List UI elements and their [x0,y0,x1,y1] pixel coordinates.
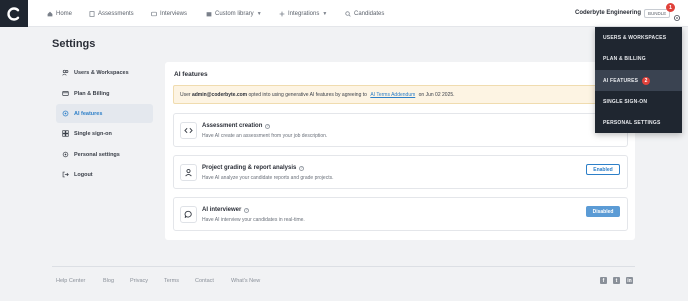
interviews-icon [151,11,157,16]
notice-middle: opted into using generative AI features … [247,91,369,98]
menu-item-personal-settings[interactable]: PERSONAL SETTINGS [595,112,682,133]
sidebar-item-single-sign-on[interactable]: Single sign-on [56,124,153,143]
gear-icon [673,14,681,22]
feature-description: Have AI create an assessment from your j… [202,133,328,139]
facebook-icon[interactable]: f [600,277,607,284]
search-icon [345,10,351,17]
org-name[interactable]: Coderbyte Engineering [575,10,641,16]
menu-item-single-sign-on[interactable]: SINGLE SIGN-ON [595,91,682,112]
feature-name: AI interviewer ? [202,207,250,213]
settings-icon [62,151,69,158]
nav-assessments[interactable]: Assessments [89,8,134,19]
sidebar-item-label: Personal settings [74,151,120,158]
chevron-down-icon: ▼ [256,10,262,17]
feature-name: Project grading & report analysis ? [202,165,305,171]
menu-item-label: PERSONAL SETTINGS [603,119,661,126]
sidebar-item-label: Plan & Billing [74,90,110,97]
notice-prefix: User [180,91,192,98]
notice-email: admin@coderbyte.com [191,91,248,98]
sidebar-item-ai-features[interactable]: AI features [56,104,153,123]
footer-link-terms[interactable]: Terms [164,278,179,284]
footer-link-help-center[interactable]: Help Center [56,278,85,284]
project-grading-status-button[interactable]: Enabled [586,164,620,175]
nav-custom-library[interactable]: Custom library ▼ [206,8,262,19]
sidebar-item-label: Users & Workspaces [74,69,129,76]
nav-integrations[interactable]: Integrations ▼ [279,8,327,19]
nav-assessments-label: Assessments [98,10,134,17]
settings-dropdown-menu: USERS & WORKSPACES PLAN & BILLING AI FEA… [595,27,682,133]
linkedin-icon[interactable]: in [626,277,633,284]
nav-candidates[interactable]: Candidates [345,8,384,19]
feature-description: Have AI interview your candidates in rea… [202,217,305,223]
coderbyte-logo[interactable] [0,0,28,27]
top-nav: Home Assessments Interviews Custom libra… [0,0,688,27]
menu-item-label: SINGLE SIGN-ON [603,98,648,105]
feature-title: AI interviewer [202,207,242,213]
feature-description: Have AI analyze your candidate reports a… [202,175,334,181]
feature-name: Assessment creation ? [202,123,271,129]
nav-candidates-label: Candidates [354,10,385,17]
logo-icon [7,6,20,21]
chat-icon [180,206,197,223]
logout-icon [62,171,69,178]
feature-card-project-grading: Project grading & report analysis ? Have… [173,155,628,189]
menu-item-users-workspaces[interactable]: USERS & WORKSPACES [595,27,682,48]
sidebar-item-logout[interactable]: Logout [56,165,153,184]
nav-integrations-label: Integrations [288,10,320,17]
person-icon [180,164,197,181]
info-icon[interactable]: ? [299,165,305,171]
assessments-icon [89,10,95,17]
library-icon [206,11,212,16]
billing-icon [62,91,69,96]
nav-home[interactable]: Home [47,8,72,19]
sidebar-item-label: Single sign-on [74,130,112,137]
menu-item-label: USERS & WORKSPACES [603,34,667,41]
notification-badge: 1 [666,3,675,12]
chevron-down-icon: ▼ [322,10,328,17]
users-icon [62,69,69,76]
twitter-icon[interactable]: t [613,277,620,284]
sidebar-item-label: AI features [74,110,103,117]
ai-features-panel: AI features User admin@coderbyte.com opt… [165,62,635,240]
page-title: Settings [52,38,96,50]
menu-item-label: AI FEATURES [603,77,639,84]
ai-icon [62,110,69,117]
info-icon[interactable]: ? [244,207,250,213]
footer-link-blog[interactable]: Blog [103,278,114,284]
nav-home-label: Home [56,10,73,17]
settings-button[interactable] [673,9,681,27]
ai-interviewer-status-button[interactable]: Disabled [586,206,620,217]
sidebar-item-label: Logout [74,171,93,178]
menu-item-label: PLAN & BILLING [603,55,646,62]
menu-item-ai-features[interactable]: AI FEATURES 2 [595,70,682,91]
nav-interviews-label: Interviews [160,10,188,17]
home-icon [47,11,53,16]
nav-interviews[interactable]: Interviews [151,8,187,19]
footer-link-privacy[interactable]: Privacy [130,278,148,284]
feature-title: Assessment creation [202,123,263,129]
menu-item-plan-billing[interactable]: PLAN & BILLING [595,48,682,69]
feature-card-assessment-creation: Assessment creation ? Have AI create an … [173,113,628,147]
integrations-icon [279,11,285,16]
notice-suffix: on Jun 02 2025. [417,91,455,98]
sidebar-item-users-workspaces[interactable]: Users & Workspaces [56,63,153,82]
nav-custom-library-label: Custom library [215,10,254,17]
feature-card-ai-interviewer: AI interviewer ? Have AI interview your … [173,197,628,231]
feature-title: Project grading & report analysis [202,165,297,171]
footer-link-whats-new[interactable]: What's New [231,278,260,284]
sidebar-item-plan-billing[interactable]: Plan & Billing [56,84,153,103]
info-icon[interactable]: ? [265,123,271,129]
footer-divider [52,266,635,267]
ai-terms-link[interactable]: AI Terms Addendum [370,92,415,98]
opt-in-notice: User admin@coderbyte.com opted into usin… [173,85,628,104]
sidebar-item-personal-settings[interactable]: Personal settings [56,145,153,164]
code-icon [180,122,197,139]
menu-item-badge: 2 [642,76,651,85]
footer-link-contact[interactable]: Contact [195,278,214,284]
sso-icon [62,130,69,137]
panel-title: AI features [174,71,208,78]
